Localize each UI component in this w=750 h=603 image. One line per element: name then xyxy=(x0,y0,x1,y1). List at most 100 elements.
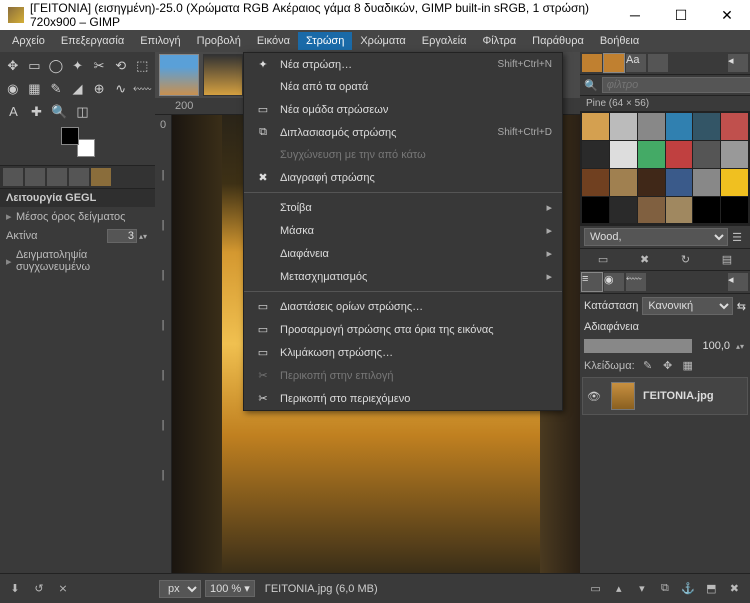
tab-history2[interactable] xyxy=(648,54,668,72)
pattern-swatch[interactable] xyxy=(693,169,720,196)
tab-channels[interactable]: ◉ xyxy=(604,273,624,291)
menu-item[interactable]: Στοίβα▸ xyxy=(244,196,562,219)
heal-tool[interactable]: ✚ xyxy=(26,101,47,122)
visibility-icon[interactable]: 👁 xyxy=(587,390,603,403)
menu-item[interactable]: ✂Περικοπή στο περιεχόμενο xyxy=(244,387,562,410)
pattern-search-input[interactable] xyxy=(602,77,750,93)
layer-name[interactable]: ΓΕΙΤΟΝΙΑ.jpg xyxy=(643,390,714,402)
pattern-edit-icon[interactable]: ▭ xyxy=(598,253,608,266)
warp-tool[interactable]: ⬚ xyxy=(132,55,152,76)
path-tool[interactable]: ⬳ xyxy=(132,78,152,99)
tab-fonts[interactable]: Aa xyxy=(626,54,646,72)
pattern-swatch[interactable] xyxy=(721,141,748,168)
menu-Επεξεργασία[interactable]: Επεξεργασία xyxy=(53,32,132,50)
tab-menu-icon[interactable]: ◂ xyxy=(728,54,748,72)
tab-images[interactable] xyxy=(69,168,89,186)
bucket-tool[interactable]: ◉ xyxy=(3,78,23,99)
image-thumb-1[interactable] xyxy=(159,54,199,96)
tab-device[interactable] xyxy=(25,168,45,186)
tab-tool-options[interactable] xyxy=(3,168,23,186)
pattern-swatch[interactable] xyxy=(638,169,665,196)
rotate-tool[interactable]: ⟲ xyxy=(111,55,131,76)
fuzzy-select-tool[interactable]: ✦ xyxy=(68,55,88,76)
menu-item[interactable]: ✖Διαγραφή στρώσης xyxy=(244,166,562,189)
zoom-select[interactable]: 100 % ▾ xyxy=(205,580,255,597)
zoom-tool[interactable]: 🔍 xyxy=(49,101,70,122)
menu-Βοήθεια[interactable]: Βοήθεια xyxy=(592,32,647,50)
fg-color[interactable] xyxy=(61,127,79,145)
image-thumb-2[interactable] xyxy=(203,54,243,96)
opacity-spinner[interactable]: ▴▾ xyxy=(736,342,746,351)
pattern-tag-icon[interactable]: ☰ xyxy=(728,231,746,244)
tab-patterns[interactable] xyxy=(604,54,624,72)
pattern-swatch[interactable] xyxy=(666,113,693,140)
lock-position-icon[interactable]: ✥ xyxy=(661,359,675,372)
radius-spinner[interactable]: ▴▾ xyxy=(139,232,149,241)
pattern-swatch[interactable] xyxy=(666,197,693,224)
menu-item[interactable]: ▭Κλιμάκωση στρώσης… xyxy=(244,341,562,364)
layer-row[interactable]: 👁 ΓΕΙΤΟΝΙΑ.jpg xyxy=(582,377,748,415)
sb-duplicate-icon[interactable]: ⧉ xyxy=(656,582,674,595)
clone-tool[interactable]: ⊕ xyxy=(89,78,109,99)
sb-reset-icon[interactable]: ↺ xyxy=(30,582,48,595)
pattern-swatch[interactable] xyxy=(666,169,693,196)
tab-history[interactable] xyxy=(47,168,67,186)
pattern-swatch[interactable] xyxy=(582,113,609,140)
pattern-swatch[interactable] xyxy=(666,141,693,168)
sb-anchor-icon[interactable]: ⚓ xyxy=(679,582,697,595)
menu-Παράθυρα[interactable]: Παράθυρα xyxy=(524,32,592,50)
sb-delete-icon[interactable]: ⨯ xyxy=(54,582,72,595)
maximize-button[interactable]: ☐ xyxy=(658,0,704,30)
pattern-filter-select[interactable]: Wood, xyxy=(584,228,728,246)
move-tool[interactable]: ✥ xyxy=(3,55,23,76)
opt-sample-merged[interactable]: ▸ Δειγματοληψία συγχωνευμένω xyxy=(0,246,155,276)
menu-item[interactable]: Νέα από τα ορατά xyxy=(244,76,562,98)
pattern-swatch[interactable] xyxy=(582,141,609,168)
pattern-swatch[interactable] xyxy=(610,141,637,168)
unit-select[interactable]: px xyxy=(159,580,201,598)
menu-Επιλογή[interactable]: Επιλογή xyxy=(132,32,188,50)
tab-layers[interactable]: ≡ xyxy=(582,273,602,291)
blend-mode-select[interactable]: Κανονική xyxy=(642,297,732,315)
menu-item[interactable]: ✦Νέα στρώση…Shift+Ctrl+N xyxy=(244,53,562,76)
menu-Στρώση[interactable]: Στρώση xyxy=(298,32,352,50)
pattern-swatch[interactable] xyxy=(638,113,665,140)
pattern-swatch[interactable] xyxy=(610,169,637,196)
pattern-swatch[interactable] xyxy=(721,197,748,224)
rect-select-tool[interactable]: ▭ xyxy=(25,55,45,76)
sb-raise-icon[interactable]: ▴ xyxy=(610,582,628,595)
sb-new-layer-icon[interactable]: ▭ xyxy=(587,582,605,595)
bg-color[interactable] xyxy=(77,139,95,157)
tab-brushes[interactable] xyxy=(582,54,602,72)
menu-item[interactable]: ▭Διαστάσεις ορίων στρώσης… xyxy=(244,295,562,318)
sb-merge-icon[interactable]: ⬒ xyxy=(702,582,720,595)
free-select-tool[interactable]: ◯ xyxy=(46,55,66,76)
pattern-swatch[interactable] xyxy=(693,197,720,224)
close-button[interactable]: ✕ xyxy=(704,0,750,30)
menu-item[interactable]: ⧉Διπλασιασμός στρώσηςShift+Ctrl+D xyxy=(244,121,562,144)
menu-item[interactable]: Μάσκα▸ xyxy=(244,219,562,242)
tab-gegl[interactable] xyxy=(91,168,111,186)
opt-sample-average[interactable]: ▸ Μέσος όρος δείγματος xyxy=(0,207,155,226)
lock-pixels-icon[interactable]: ✎ xyxy=(641,359,655,372)
pattern-swatch[interactable] xyxy=(582,197,609,224)
measure-tool[interactable]: ◫ xyxy=(72,101,93,122)
menu-item[interactable]: ▭Νέα ομάδα στρώσεων xyxy=(244,98,562,121)
sb-save-icon[interactable]: ⬇ xyxy=(6,582,24,595)
lock-alpha-icon[interactable]: ▦ xyxy=(681,359,695,372)
tab-menu-icon-2[interactable]: ◂ xyxy=(728,273,748,291)
menu-item[interactable]: Μετασχηματισμός▸ xyxy=(244,265,562,288)
pattern-open-icon[interactable]: ▤ xyxy=(722,253,732,266)
tab-paths[interactable]: ⬳ xyxy=(626,273,646,291)
crop-tool[interactable]: ✂ xyxy=(89,55,109,76)
pattern-swatch[interactable] xyxy=(638,141,665,168)
eraser-tool[interactable]: ◢ xyxy=(68,78,88,99)
pencil-tool[interactable]: ✎ xyxy=(46,78,66,99)
menu-item[interactable]: ▭Προσαρμογή στρώσης στα όρια της εικόνας xyxy=(244,318,562,341)
menu-Αρχείο[interactable]: Αρχείο xyxy=(4,32,53,50)
smudge-tool[interactable]: ∿ xyxy=(111,78,131,99)
pattern-swatch[interactable] xyxy=(582,169,609,196)
minimize-button[interactable]: ─ xyxy=(612,0,658,30)
pattern-swatch[interactable] xyxy=(610,197,637,224)
pattern-swatch[interactable] xyxy=(693,113,720,140)
